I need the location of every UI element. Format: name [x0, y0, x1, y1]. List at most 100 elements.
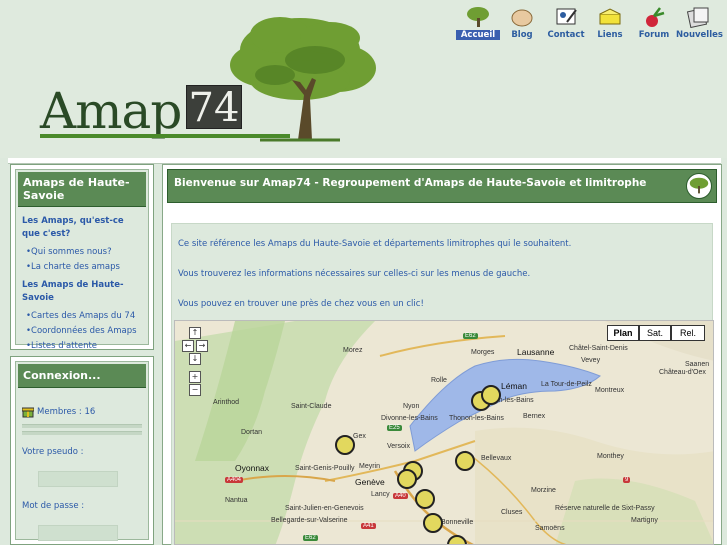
- map-label: Morez: [343, 347, 363, 354]
- tree-logo-icon: [230, 17, 376, 142]
- map-type-rel[interactable]: Rel.: [671, 325, 705, 341]
- logo-underline: [40, 134, 290, 138]
- nav-liens[interactable]: Liens: [588, 6, 632, 46]
- logo-text: Amap: [40, 82, 182, 140]
- map-label: Saint-Genis-Pouilly: [295, 465, 355, 472]
- sidebar-link-charter[interactable]: •La charte des amaps: [22, 260, 142, 275]
- sidebar-link-what[interactable]: Les Amaps, qu'est-ce que c'est?: [22, 215, 142, 241]
- site-header: Amap 74 Accueil Blog Contact Liens Forum…: [0, 0, 727, 158]
- top-nav: Accueil Blog Contact Liens Forum Nouvell…: [456, 6, 727, 46]
- nav-label: Forum: [638, 30, 670, 40]
- newspaper-icon: [686, 7, 709, 28]
- map-label: Samoëns: [535, 525, 565, 532]
- radish-icon: [646, 7, 665, 27]
- map-label: Thonon-les-Bains: [449, 415, 504, 422]
- map-zoom-out-button[interactable]: −: [189, 384, 201, 396]
- divider-bar: [22, 424, 142, 428]
- nav-forum[interactable]: Forum: [632, 6, 676, 46]
- map-pan-left-button[interactable]: ←: [182, 340, 194, 352]
- password-field[interactable]: [38, 525, 118, 541]
- page-title: Bienvenue sur Amap74 - Regroupement d'Am…: [167, 169, 717, 203]
- map-label: Martigny: [631, 517, 658, 524]
- map-label: Morges: [471, 349, 495, 356]
- map-label: La Tour-de-Peilz: [541, 381, 592, 388]
- pseudo-field[interactable]: [38, 471, 118, 487]
- tree-icon: [467, 7, 489, 27]
- amap-marker[interactable]: [481, 385, 501, 405]
- map-label: Bellevaux: [481, 455, 512, 462]
- map-label: Bernex: [523, 413, 546, 420]
- intro-paragraph-2: Vous trouverez les informations nécessai…: [178, 269, 531, 279]
- intro-paragraph-3: Vous pouvez en trouver une près de chez …: [178, 299, 424, 309]
- map-label: Nantua: [225, 497, 248, 504]
- map-label: Divonne-les-Bains: [381, 415, 438, 422]
- map-label: Château-d'Oex: [659, 369, 706, 376]
- pseudo-label: Votre pseudo :: [22, 447, 84, 457]
- members-count: Membres : 16: [37, 407, 96, 417]
- sidebar-title: Amaps de Haute-Savoie: [18, 172, 146, 207]
- amap-marker[interactable]: [423, 513, 443, 533]
- amap-marker[interactable]: [335, 435, 355, 455]
- road-shield: 9: [623, 477, 631, 483]
- sidebar-link-amaps-74[interactable]: Les Amaps de Haute-Savoie: [22, 279, 142, 305]
- map-label: Nyon: [403, 403, 420, 410]
- map-label: Montreux: [595, 387, 625, 394]
- map-pan-right-button[interactable]: →: [196, 340, 208, 352]
- nav-label: Nouvelles: [676, 30, 723, 40]
- map-label: Dortan: [241, 429, 263, 436]
- map-label: Saint-Claude: [291, 403, 332, 410]
- nav-accueil[interactable]: Accueil: [456, 6, 500, 46]
- map-type-sat[interactable]: Sat.: [639, 325, 671, 341]
- nav-label: Blog: [511, 30, 533, 40]
- sidebar-link-contacts[interactable]: •Coordonnées des Amaps: [22, 324, 142, 339]
- sidebar-amaps: Amaps de Haute-Savoie Les Amaps, qu'est-…: [10, 164, 154, 351]
- map-label: Saint-Julien-en-Genevois: [285, 505, 364, 512]
- contact-icon: [556, 8, 577, 25]
- map-label: Bellegarde-sur-Valserine: [271, 517, 348, 524]
- sidebar-login: Connexion... Membres : 16 Votre pseudo :…: [10, 356, 154, 545]
- nav-label: Liens: [597, 30, 623, 40]
- road-shield: A41: [361, 523, 376, 529]
- intro-paragraph-1: Ce site référence les Amaps du Haute-Sav…: [178, 239, 572, 249]
- nav-label: Accueil: [456, 30, 500, 40]
- divider-bar: [22, 431, 142, 435]
- sidebar-link-maps[interactable]: •Cartes des Amaps du 74: [22, 309, 142, 324]
- map-pan-down-button[interactable]: ↓: [189, 353, 201, 365]
- map-label: Oyonnax: [235, 463, 270, 473]
- cheese-icon: [599, 8, 621, 25]
- map-label: Versoix: [387, 443, 410, 450]
- road-shield: A40: [393, 493, 408, 499]
- map-label: Arinthod: [213, 399, 240, 406]
- road-shield: A404: [225, 477, 244, 483]
- amap-marker[interactable]: [415, 489, 435, 509]
- nav-blog[interactable]: Blog: [500, 6, 544, 46]
- map-label: Morzine: [531, 487, 556, 494]
- map-zoom-in-button[interactable]: +: [189, 371, 201, 383]
- map-label: Lausanne: [517, 347, 555, 357]
- page-title-text: Bienvenue sur Amap74 - Regroupement d'Am…: [174, 177, 647, 189]
- map-label: Lancy: [371, 491, 390, 498]
- egg-icon: [511, 9, 533, 27]
- map-type-plan[interactable]: Plan: [607, 325, 639, 341]
- sidebar-link-who[interactable]: •Qui sommes nous?: [22, 245, 142, 260]
- sidebar-link-waitlist[interactable]: •Listes d'attente: [22, 339, 142, 354]
- map-label: Monthey: [597, 453, 624, 460]
- password-label: Mot de passe :: [22, 501, 85, 511]
- login-title: Connexion...: [18, 364, 146, 388]
- nav-label: Contact: [547, 30, 585, 40]
- amap-marker[interactable]: [455, 451, 475, 471]
- nav-contact[interactable]: Contact: [544, 6, 588, 46]
- members-row: Membres : 16: [16, 406, 148, 418]
- map-label: Saanen: [685, 361, 710, 368]
- amap-map[interactable]: ↑ ← → ↓ + − Plan Sat. Rel. Morez Lausann…: [174, 320, 714, 545]
- tree-badge-icon: [686, 173, 712, 199]
- amap-marker[interactable]: [397, 469, 417, 489]
- map-label: Châtel-Saint-Denis: [569, 345, 628, 352]
- map-label: Bonneville: [441, 519, 474, 526]
- road-shield: E25: [387, 425, 402, 431]
- nav-nouvelles[interactable]: Nouvelles: [676, 6, 723, 46]
- map-label: Léman: [501, 381, 527, 391]
- map-label: Genève: [355, 477, 385, 487]
- road-shield: E62: [303, 535, 318, 541]
- map-pan-up-button[interactable]: ↑: [189, 327, 201, 339]
